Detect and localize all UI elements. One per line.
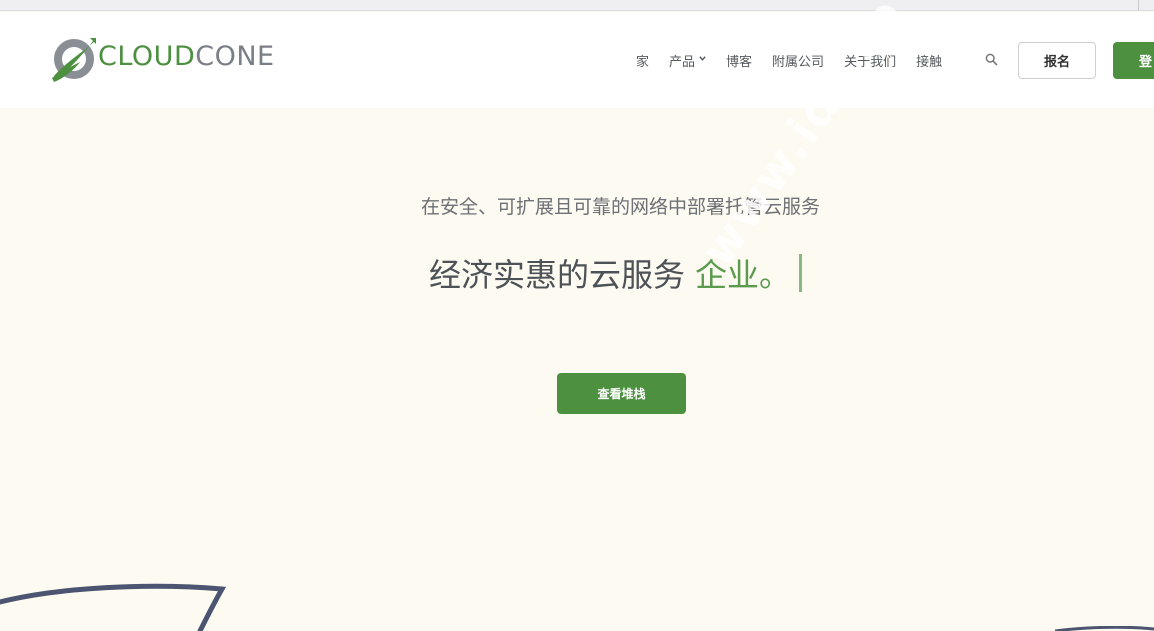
browser-strip-tick: [1138, 0, 1139, 11]
login-button[interactable]: 登: [1113, 42, 1154, 79]
nav-item-contact[interactable]: 接触: [916, 51, 942, 70]
main-nav: 家 产品 博客 附属公司 关于我们 接触: [636, 50, 942, 70]
logo[interactable]: CLOUDCONE: [50, 34, 290, 84]
nav-item-label: 产品: [669, 54, 696, 70]
nav-item-label: 家: [636, 54, 650, 70]
signup-button[interactable]: 报名: [1018, 42, 1096, 79]
search-icon[interactable]: [985, 53, 998, 66]
decorative-corner-line: [1055, 626, 1154, 631]
logo-text-cloud: CLOUD: [98, 41, 196, 72]
chevron-down-icon: [699, 55, 706, 61]
view-stack-button[interactable]: 查看堆栈: [557, 373, 686, 414]
hero-title-accent: 企业。: [695, 256, 792, 294]
hero-title: 经济实惠的云服务 企业。: [429, 250, 803, 296]
site-header: CLOUDCONE 家 产品 博客 附属公司 关于我们 接触 报名 登: [0, 12, 1154, 108]
nav-item-home[interactable]: 家: [636, 51, 649, 70]
nav-item-products[interactable]: 产品: [669, 51, 706, 70]
cloudcone-logo-icon: [52, 38, 96, 82]
hero-title-text: 经济实惠的云服务: [429, 256, 686, 294]
typing-caret: [799, 254, 803, 292]
nav-item-label: 附属公司: [772, 54, 825, 70]
logo-text-cone: CONE: [195, 41, 275, 72]
nav-item-affiliates[interactable]: 附属公司: [772, 51, 824, 70]
browser-top-strip: [0, 0, 1154, 11]
nav-item-about[interactable]: 关于我们: [844, 51, 896, 70]
nav-item-label: 接触: [916, 54, 943, 70]
logo-wordmark: CLOUDCONE: [98, 40, 275, 74]
nav-item-label: 关于我们: [844, 54, 897, 70]
nav-item-label: 博客: [726, 54, 753, 70]
hero-subtitle: 在安全、可扩展且可靠的网络中部署托管云服务: [421, 196, 819, 218]
nav-item-blog[interactable]: 博客: [726, 51, 752, 70]
decorative-doodle: [0, 583, 227, 631]
